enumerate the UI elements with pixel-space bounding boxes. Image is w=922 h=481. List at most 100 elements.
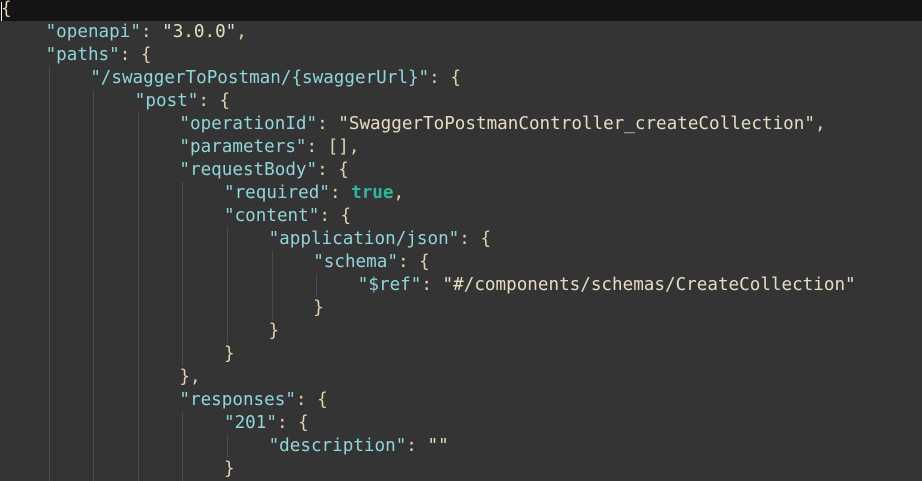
indent-guide (137, 228, 139, 251)
code-editor[interactable]: {"openapi": "3.0.0", "paths": {"/swaggerT… (0, 0, 922, 481)
line-content: "parameters": [], (179, 136, 359, 159)
indent-guide (137, 343, 139, 366)
line-content: "schema": { (313, 251, 430, 274)
indent-guide (137, 113, 139, 136)
code-line[interactable]: "description": "" (0, 435, 922, 458)
json-key: "required" (224, 183, 330, 203)
json-punctuation: : { (119, 45, 152, 65)
indent-guide (93, 389, 95, 412)
code-line[interactable]: "paths": { (0, 44, 922, 67)
json-punctuation: , (393, 183, 405, 203)
code-line[interactable]: "$ref": "#/components/schemas/CreateColl… (0, 274, 922, 297)
code-line[interactable]: "application/json": { (0, 228, 922, 251)
json-key: "description" (268, 436, 407, 456)
indent-guide (48, 320, 50, 343)
indent-guide (48, 435, 50, 458)
line-content: { (1, 0, 12, 21)
json-punctuation: : (406, 436, 428, 456)
indent-guide (137, 320, 139, 343)
indent-guide (182, 458, 184, 481)
code-line[interactable]: "responses": { (0, 389, 922, 412)
line-content: } (269, 320, 280, 343)
line-content: "requestBody": { (179, 159, 348, 182)
indent-guide (182, 228, 184, 251)
indent-guide (48, 67, 50, 90)
indent-guide (182, 182, 184, 205)
json-string: "3.0.0" (162, 22, 237, 42)
json-punctuation: , (236, 22, 247, 42)
indent-guide (48, 251, 50, 274)
code-line[interactable]: "content": { (0, 205, 922, 228)
json-key: "openapi" (45, 22, 141, 42)
indent-guide (48, 136, 50, 159)
line-content: "responses": { (179, 389, 327, 412)
line-content: "/swaggerToPostman/{swaggerUrl}": { (90, 67, 461, 90)
code-line[interactable]: "/swaggerToPostman/{swaggerUrl}": { (0, 67, 922, 90)
line-content: "required": true, (224, 182, 404, 205)
code-line[interactable]: } (0, 458, 922, 481)
code-line[interactable]: "operationId": "SwaggerToPostmanControll… (0, 113, 922, 136)
json-punctuation: } (313, 298, 324, 318)
indent-guide (137, 274, 139, 297)
code-line[interactable]: "parameters": [], (0, 136, 922, 159)
code-line[interactable]: "required": true, (0, 182, 922, 205)
indent-guide (93, 113, 95, 136)
code-line[interactable]: } (0, 297, 922, 320)
indent-guide (316, 274, 318, 297)
json-key: "paths" (45, 45, 120, 65)
code-line[interactable]: "schema": { (0, 251, 922, 274)
json-key: "content" (224, 206, 320, 226)
indent-guide (137, 389, 139, 412)
indent-guide (93, 320, 95, 343)
indent-guide (93, 366, 95, 389)
line-content: } (224, 458, 235, 481)
indent-guide (182, 412, 184, 435)
code-line[interactable]: { (0, 0, 922, 21)
json-punctuation: : (329, 183, 352, 203)
line-content: "description": "" (269, 435, 449, 458)
line-content: } (224, 343, 235, 366)
json-key: "post" (134, 91, 199, 111)
json-punctuation: , (814, 114, 826, 134)
indent-guide (137, 251, 139, 274)
indent-guide (48, 274, 50, 297)
indent-guide (93, 435, 95, 458)
line-content: "content": { (224, 205, 351, 228)
code-line[interactable]: "requestBody": { (0, 159, 922, 182)
code-line[interactable]: "openapi": "3.0.0", (0, 21, 922, 44)
indent-guide (93, 251, 95, 274)
code-line[interactable]: "post": { (0, 90, 922, 113)
indent-guide (93, 159, 95, 182)
indent-guide (227, 274, 228, 297)
indent-guide (182, 343, 184, 366)
indent-guide (182, 320, 184, 343)
indent-guide (93, 228, 95, 251)
indent-guide (182, 251, 184, 274)
line-content: }, (179, 366, 200, 389)
indent-guide (48, 182, 50, 205)
json-punctuation: : { (295, 390, 328, 410)
json-string: "SwaggerToPostmanController_createCollec… (338, 114, 815, 134)
indent-guide (137, 412, 139, 435)
json-punctuation: } (224, 459, 235, 479)
json-punctuation: { (1, 0, 12, 19)
json-punctuation: } (224, 344, 235, 364)
indent-guide (182, 435, 184, 458)
indent-guide (137, 205, 139, 228)
json-boolean: true (351, 183, 394, 203)
code-line[interactable]: } (0, 320, 922, 343)
indent-guide (271, 274, 273, 297)
indent-guide (182, 297, 184, 320)
indent-guide (137, 182, 139, 205)
line-content: "operationId": "SwaggerToPostmanControll… (179, 113, 825, 136)
json-punctuation: : { (429, 68, 461, 88)
json-punctuation: : { (459, 229, 492, 249)
code-line[interactable]: } (0, 343, 922, 366)
json-punctuation: : [], (306, 137, 360, 157)
indent-guide (93, 297, 95, 320)
json-punctuation: : { (317, 160, 349, 180)
indent-guide (137, 366, 139, 389)
code-line[interactable]: "201": { (0, 412, 922, 435)
code-line[interactable]: }, (0, 366, 922, 389)
json-key: "201" (224, 413, 277, 433)
